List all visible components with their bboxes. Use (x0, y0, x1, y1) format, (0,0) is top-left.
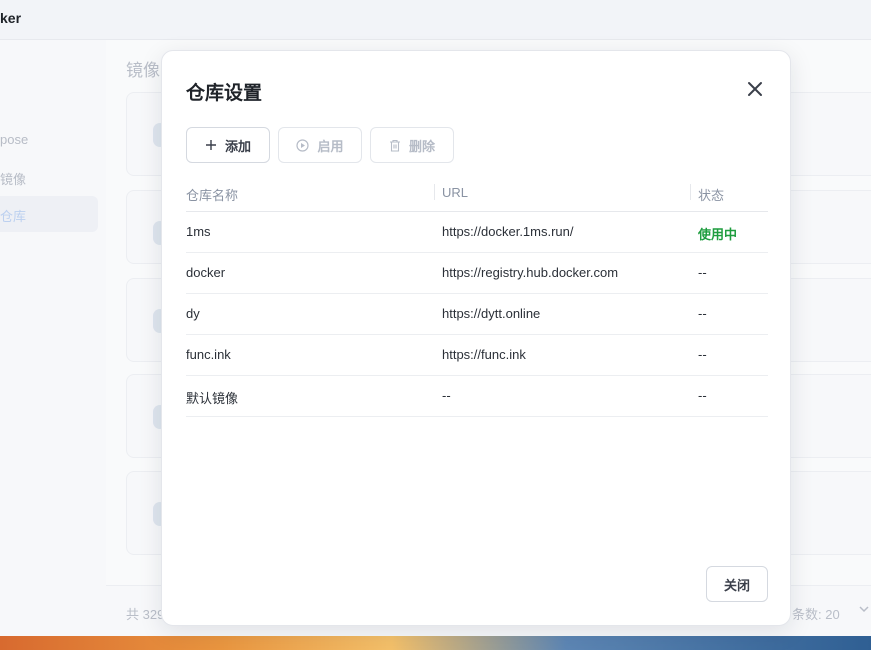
plus-icon (205, 139, 217, 151)
title-bar: ker (0, 0, 871, 40)
add-button-label: 添加 (224, 138, 251, 154)
registry-name: 默认镜像 (186, 391, 239, 406)
table-header: 仓库名称 URL 状态 (186, 175, 768, 212)
registry-settings-dialog: 仓库设置 添加 启用 删除 仓库名称 URL 状态 1ms https://do… (161, 50, 791, 626)
play-circle-icon (296, 138, 310, 152)
add-button[interactable]: 添加 (186, 127, 270, 163)
sidebar: pose 镜像 仓库 (0, 40, 106, 636)
desktop-wallpaper-strip (0, 636, 871, 650)
table-row[interactable]: 默认镜像 -- -- (186, 376, 768, 417)
table-row[interactable]: func.ink https://func.ink -- (186, 335, 768, 376)
registry-table: 仓库名称 URL 状态 1ms https://docker.1ms.run/ … (186, 175, 768, 417)
column-header-url: URL (442, 185, 469, 200)
table-row[interactable]: dy https://dytt.online -- (186, 294, 768, 335)
registry-name: func.ink (186, 347, 231, 362)
trash-icon (389, 139, 401, 152)
table-row[interactable]: 1ms https://docker.1ms.run/ 使用中 (186, 212, 768, 253)
registry-url: https://func.ink (442, 347, 526, 362)
close-button[interactable]: 关闭 (706, 566, 768, 602)
column-divider[interactable] (690, 184, 691, 200)
status-text: -- (698, 265, 707, 280)
sidebar-item-registry[interactable]: 仓库 (0, 196, 98, 232)
status-text: -- (698, 388, 707, 403)
status-badge: 使用中 (698, 227, 738, 242)
status-text: -- (698, 306, 707, 321)
registry-url: https://registry.hub.docker.com (442, 265, 619, 280)
registry-url: https://docker.1ms.run/ (442, 224, 574, 239)
enable-button[interactable]: 启用 (278, 127, 362, 163)
registry-url: https://dytt.online (442, 306, 541, 321)
app-title: ker (0, 10, 22, 26)
registry-name: docker (186, 265, 226, 280)
enable-button-label: 启用 (317, 138, 344, 154)
delete-button[interactable]: 删除 (370, 127, 454, 163)
total-count: 共 329 (126, 607, 165, 622)
column-header-status: 状态 (698, 188, 725, 203)
close-icon[interactable] (744, 78, 766, 100)
page-size-select[interactable]: 条数: 20 (792, 604, 840, 623)
column-header-name: 仓库名称 (186, 188, 239, 203)
page-title: 镜像 (126, 61, 160, 80)
registry-name: 1ms (186, 224, 211, 239)
delete-button-label: 删除 (408, 138, 435, 154)
table-row[interactable]: docker https://registry.hub.docker.com -… (186, 253, 768, 294)
registry-url: -- (442, 388, 451, 403)
status-text: -- (698, 347, 707, 362)
sidebar-item-images[interactable]: 镜像 (0, 169, 26, 188)
chevron-down-icon[interactable] (858, 603, 870, 618)
registry-name: dy (186, 306, 200, 321)
dialog-title: 仓库设置 (186, 83, 263, 104)
column-divider[interactable] (434, 184, 435, 200)
sidebar-item-compose[interactable]: pose (0, 132, 28, 147)
